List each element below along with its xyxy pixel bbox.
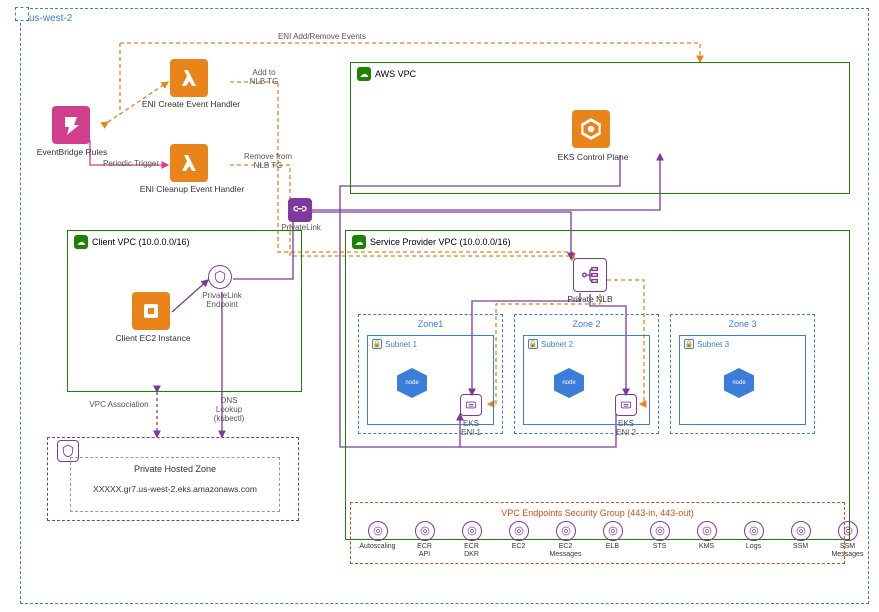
endpoint-item: ECRAPI [403,521,446,558]
endpoint-icon [697,521,717,541]
lock-icon: 🔒 [684,339,694,349]
add-to-label: Add toNLB TG [242,68,286,86]
eventbridge-icon [52,106,90,144]
endpoint-label: Autoscaling [359,543,395,551]
client-ec2-label: Client EC2 Instance [108,333,198,343]
lock-icon: 🔒 [528,339,538,349]
nlb-label: Private NLB [558,294,622,304]
endpoint-item: Logs [732,521,775,558]
endpoint-icon [556,521,576,541]
cloud-icon: ☁ [352,235,366,249]
nlb-icon [573,258,607,292]
endpoint-label: ECRDKR [464,543,479,558]
client-vpc-box: ☁ Client VPC (10.0.0.0/16) [67,230,302,392]
zone-2: Zone 2 🔒Subnet 2 [514,314,659,434]
endpoint-label: ELB [606,543,619,551]
eks-eni-2-label: EKS ENI 2 [609,419,643,437]
eks-eni-2-icon [615,394,637,416]
endpoint-item: SSMMessages [826,521,869,558]
zone-2-title: Zone 2 [515,319,658,329]
endpoint-label: SSMMessages [832,543,864,558]
endpoint-label: Logs [746,543,761,551]
endpoint-label: EC2 [512,543,526,551]
eks-eni-1-icon [460,394,482,416]
eni-create-label: ENI Create Event Handler [136,99,246,109]
region-label: us-west-2 [29,13,72,24]
endpoint-label: EC2Messages [550,543,582,558]
endpoint-item: KMS [685,521,728,558]
endpoint-item: EC2Messages [544,521,587,558]
node-2-icon: node [554,368,584,398]
privatelink-icon [288,198,312,222]
endpoint-label: ECRAPI [417,543,432,558]
endpoint-icon [744,521,764,541]
remove-from-label: Remove fromNLB TG [240,152,296,170]
zone-1-title: Zone1 [359,319,502,329]
endpoint-item: SSM [779,521,822,558]
endpoint-icon [838,521,858,541]
endpoint-label: SSM [793,543,808,551]
dns-lookup-label: DNS Lookup (kubectl) [206,396,252,424]
eventbridge-label: EventBridge Rules [30,147,114,157]
endpoint-item: ELB [591,521,634,558]
endpoint-icon [509,521,529,541]
node-1-icon: node [397,368,427,398]
endpoint-label: STS [653,543,667,551]
eni-cleanup-label: ENI Cleanup Event Handler [136,184,248,194]
endpoint-item: EC2 [497,521,540,558]
eks-cp-icon [572,110,610,148]
endpoint-item: STS [638,521,681,558]
cloud-icon: ☁ [74,235,88,249]
lock-icon: 🔒 [372,339,382,349]
hosted-zone-dns: XXXXX.gr7.us-west-2.eks.amazonaws.com [71,484,279,494]
region-icon [15,7,29,21]
endpoint-icon [368,521,388,541]
endpoint-icon [650,521,670,541]
ec2-icon [132,292,170,330]
eks-cp-label: EKS Control Plane [550,152,636,162]
node-3-icon: node [724,368,754,398]
aws-vpc-label: AWS VPC [375,69,416,79]
lambda-cleanup-icon [170,144,208,182]
vpc-assoc-label: VPC Association [80,400,158,409]
endpoint-item: ECRDKR [450,521,493,558]
endpoint-icon [791,521,811,541]
client-vpc-label: Client VPC (10.0.0.0/16) [92,237,190,247]
hosted-zone-inner: Private Hosted Zone XXXXX.gr7.us-west-2.… [70,457,280,512]
pl-endpoint-label: PrivateLink Endpoint [194,291,250,309]
eni-events-label: ENI Add/Remove Events [252,32,392,41]
periodic-trigger-label: Periodic Trigger [96,159,166,168]
endpoint-icon [462,521,482,541]
zone-1: Zone1 🔒Subnet 1 [358,314,503,434]
cloud-icon: ☁ [357,67,371,81]
security-group-title: VPC Endpoints Security Group (443-in, 44… [351,508,844,518]
hosted-zone-title: Private Hosted Zone [71,464,279,474]
endpoint-icon [415,521,435,541]
eks-eni-1-label: EKS ENI 1 [454,419,488,437]
endpoint-item: Autoscaling [356,521,399,558]
endpoint-label: KMS [699,543,714,551]
lambda-create-icon [170,59,208,97]
zone-3-title: Zone 3 [671,319,814,329]
endpoints-row: Autoscaling ECRAPI ECRDKR EC2 EC2Messages ELB… [356,521,869,558]
privatelink-endpoint-icon [208,265,232,289]
provider-vpc-label: Service Provider VPC (10.0.0.0/16) [370,237,511,247]
endpoint-icon [603,521,623,541]
